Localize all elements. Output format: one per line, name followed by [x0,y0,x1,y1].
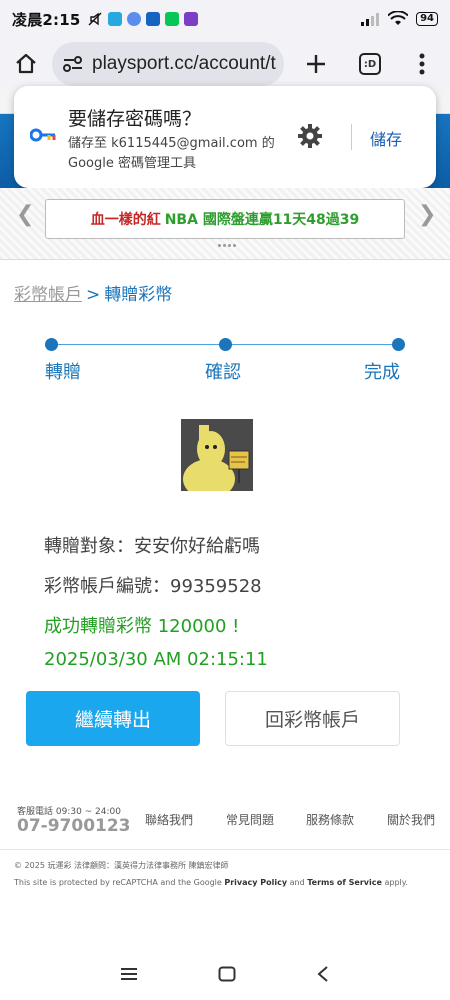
success-message: 成功轉贈彩幣 120000 ! [44,616,240,637]
back-icon[interactable] [316,965,330,983]
signal-icon [361,13,380,26]
dialog-title: 要儲存密碼嗎？ [68,108,202,130]
step-label-done: 完成 [364,362,400,383]
line-icon [164,12,179,26]
tab-switcher-button[interactable]: :D [344,38,396,90]
recipient-text: 轉贈對象：安安你好給虧嗎 [44,536,260,557]
recipient-avatar [181,419,253,491]
recaptcha-and: and [289,878,305,887]
new-tab-button[interactable] [288,38,344,90]
recaptcha-apply: apply. [384,878,408,887]
breadcrumb-separator: > [86,285,101,305]
browser-toolbar: playsport.cc/account/t :D [0,38,450,90]
app-icon [126,12,141,26]
system-nav-bar [0,948,450,1000]
marquee-pager [218,244,236,247]
app-icon [107,12,122,26]
footer-divider [0,849,450,850]
address-bar[interactable]: playsport.cc/account/t [52,42,284,86]
gear-icon[interactable] [298,124,322,148]
save-password-button[interactable]: 儲存 [370,126,402,150]
battery-icon: 94 [416,12,438,26]
step-dot [45,338,58,351]
news-marquee: ❮ 血一樣的紅 NBA 國際盤連贏11天48過39 ❯ [0,188,450,260]
chevron-right-icon[interactable]: ❯ [418,202,436,227]
home-button[interactable] [0,38,52,90]
more-vert-icon [419,53,425,75]
wifi-icon [388,11,409,25]
tabs-icon: :D [359,53,381,75]
app-icon [145,12,160,26]
account-number-text: 彩幣帳戶編號：99359528 [44,576,262,597]
recaptcha-notice: This site is protected by reCAPTCHA and … [14,878,408,887]
save-password-dialog: 要儲存密碼嗎？ 儲存至 k6115445@gmail.com 的 Google … [14,86,436,188]
breadcrumb-link-account[interactable]: 彩幣帳戶 [14,285,82,305]
app-icon [183,12,198,26]
chevron-left-icon[interactable]: ❮ [16,202,34,227]
terms-of-service-link[interactable]: Terms of Service [307,878,382,887]
progress-stepper: 轉贈 確認 完成 [0,334,450,384]
step-dot [392,338,405,351]
site-info-icon[interactable] [62,55,84,73]
plus-icon [307,55,325,73]
recents-menu-icon[interactable] [120,967,138,981]
service-phone[interactable]: 07-9700123 [17,816,131,836]
key-icon [30,128,56,142]
breadcrumb: 彩幣帳戶 > 轉贈彩幣 [14,280,172,305]
marquee-text-red: 血一樣的紅 [90,212,161,228]
transfer-timestamp: 2025/03/30 AM 02:15:11 [44,649,268,670]
footer-copyright: © 2025 玩運彩 法律顧問：漢英得力法律事務所 陳鎮宏律師 [14,861,229,870]
privacy-policy-link[interactable]: Privacy Policy [224,878,287,887]
continue-transfer-button[interactable]: 繼續轉出 [26,691,200,746]
notification-icons [87,11,198,27]
step-dot [219,338,232,351]
back-to-account-button[interactable]: 回彩幣帳戶 [225,691,400,746]
dialog-subtitle: 儲存至 k6115445@gmail.com 的 Google 密碼管理工具 [68,136,275,171]
recaptcha-prefix: This site is protected by reCAPTCHA and … [14,878,222,887]
browser-menu-button[interactable] [396,38,448,90]
home-nav-icon[interactable] [218,966,236,982]
step-label-transfer: 轉贈 [45,362,81,383]
dialog-divider [351,124,352,150]
home-icon [16,53,36,74]
footer-link-about[interactable]: 關於我們 [387,811,435,828]
footer-link-terms[interactable]: 服務條款 [306,811,354,828]
status-time: 凌晨2:15 [12,10,81,29]
marquee-headline[interactable]: 血一樣的紅 NBA 國際盤連贏11天48過39 [45,199,405,239]
breadcrumb-current: 轉贈彩幣 [104,285,173,305]
url-text: playsport.cc/account/t [92,53,276,74]
footer-link-faq[interactable]: 常見問題 [226,811,274,828]
footer-link-contact[interactable]: 聯絡我們 [145,811,193,828]
mute-icon [88,12,102,26]
step-label-confirm: 確認 [205,362,241,383]
marquee-text-green: NBA 國際盤連贏11天48過39 [164,212,360,228]
status-bar: 凌晨2:15 94 [0,0,450,38]
